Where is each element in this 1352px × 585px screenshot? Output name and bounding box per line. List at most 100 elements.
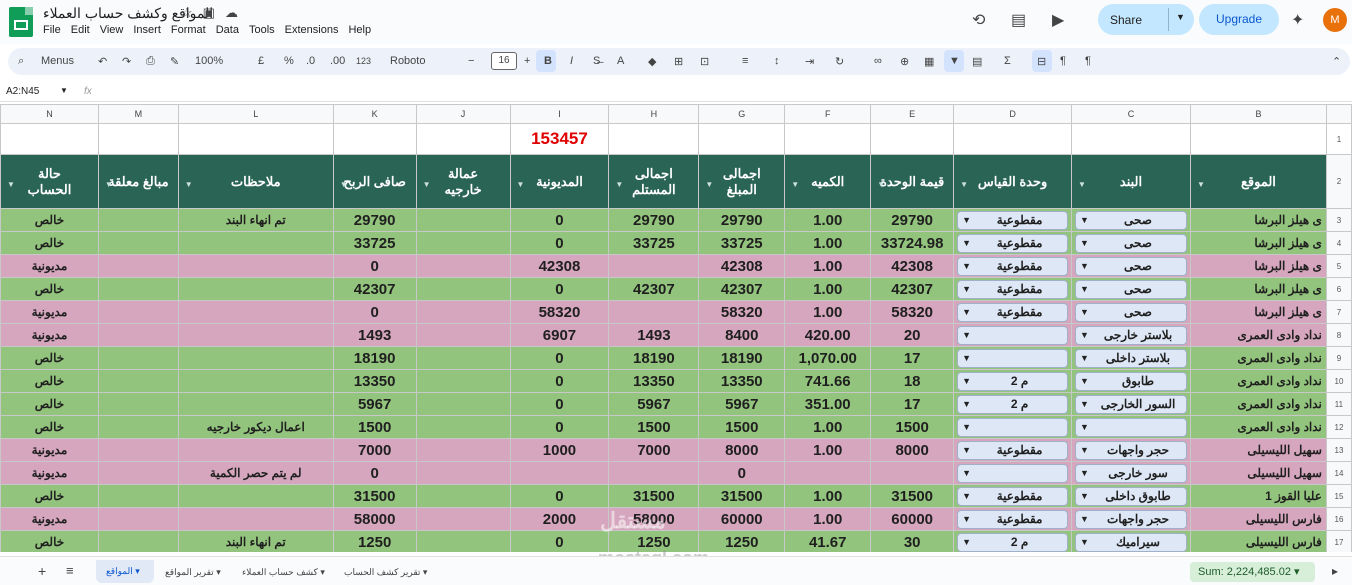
menus-search[interactable]: Menus [41,55,74,67]
cell-net[interactable]: 18190 [332,346,417,370]
row-header[interactable]: 16 [1325,507,1352,531]
header-k[interactable]: ▼ صافى الربح [332,154,417,209]
cell-totalamt[interactable]: 1250 [698,530,786,552]
column-header[interactable]: H [608,104,700,124]
header-b[interactable]: ▼ الموقع [1190,154,1327,209]
cell-site[interactable]: سهيل الليسيلى [1190,438,1327,462]
cell-status[interactable]: خالص [0,369,99,393]
filter-dropdown-icon[interactable]: ▼ [517,177,525,193]
cell-net[interactable]: 5967 [332,392,417,416]
cell-site[interactable]: ى هيلز البرشا [1190,231,1327,255]
cell-totalamt[interactable]: 0 [698,461,786,485]
menu-format[interactable]: Format [171,24,206,36]
cell-pending[interactable] [97,392,179,416]
cell-pending[interactable] [97,254,179,278]
paint-format-icon[interactable]: ✎ [170,55,179,68]
cell-pending[interactable] [97,507,179,531]
gemini-icon[interactable]: ✦ [1291,10,1304,30]
cell-unit[interactable]: 20 [870,323,955,347]
header-i[interactable]: ▼ المديونية [509,154,610,209]
cell-qty[interactable]: 1.00 [784,484,872,508]
chevron-down-icon[interactable]: ▼ [1080,465,1089,482]
cell-qty[interactable]: 1.00 [784,415,872,439]
menu-file[interactable]: File [43,24,61,36]
cell-rec[interactable]: 7000 [608,438,700,462]
cell-measure[interactable]: ▼ م 2 [953,392,1073,416]
cell-item[interactable]: ▼ حجر واجهات [1071,507,1191,531]
cell-site[interactable]: سهيل الليسيلى [1190,461,1327,485]
cell-qty[interactable]: 420.00 [784,323,872,347]
cell-item[interactable]: ▼ صحى [1071,231,1191,255]
cell-debt[interactable]: 6907 [509,323,610,347]
chevron-down-icon[interactable]: ▼ [962,281,971,298]
chevron-down-icon[interactable]: ▼ [962,511,971,528]
cell-rec[interactable]: 18190 [608,346,700,370]
chevron-down-icon[interactable]: ▼ [1080,304,1089,321]
cell-note[interactable]: تم انهاء البند [177,530,334,552]
dropdown-chip[interactable]: ▼ مقطوعية [957,256,1069,276]
row-header[interactable]: 4 [1325,231,1352,255]
cell-debt[interactable]: 0 [509,277,610,301]
cell-note[interactable] [177,254,334,278]
column-header[interactable]: D [953,104,1073,124]
freeze-icon[interactable]: ⊟ [1037,55,1046,68]
header-m[interactable]: ▼ مبالغ معلقة [97,154,179,209]
tab-customer-statement[interactable]: كشف حساب العملاء ▾ [242,567,325,578]
cell-unit[interactable]: 60000 [870,507,955,531]
undo-icon[interactable]: ↶ [98,55,107,68]
cell-note[interactable] [177,300,334,324]
cell-net[interactable]: 0 [332,461,417,485]
dropdown-chip[interactable]: ▼ صحى [1075,302,1187,322]
bold-icon[interactable]: B [544,55,552,67]
cell-qty[interactable]: 741.66 [784,369,872,393]
font-size-decrease-icon[interactable]: − [468,55,474,67]
chevron-down-icon[interactable]: ▼ [962,534,971,551]
cell-debt[interactable]: 0 [509,346,610,370]
chevron-down-icon[interactable]: ▼ [1080,350,1089,367]
cell-totalamt[interactable]: 1500 [698,415,786,439]
dropdown-chip[interactable]: ▼ مقطوعية [957,210,1069,230]
chevron-down-icon[interactable]: ▼ [962,465,971,482]
cell-measure[interactable]: ▼ [953,323,1073,347]
tab-sites-report[interactable]: تقرير المواقع ▾ [165,567,221,578]
percent-button[interactable]: % [284,55,294,67]
cell-note[interactable]: اعمال ديكور خارجيه [177,415,334,439]
cell-debt[interactable]: 42308 [509,254,610,278]
cell-unit[interactable]: 17 [870,392,955,416]
share-button[interactable]: Share ▼ [1098,4,1194,35]
cell-note[interactable]: لم يتم حصر الكمية [177,461,334,485]
dropdown-chip[interactable]: ▼ طابوق داخلى [1075,486,1187,506]
cell-unit[interactable]: 58320 [870,300,955,324]
chevron-down-icon[interactable]: ▼ [962,442,971,459]
cell-unit[interactable]: 8000 [870,438,955,462]
chevron-down-icon[interactable]: ▼ [962,396,971,413]
row-header[interactable]: 10 [1325,369,1352,393]
name-box[interactable]: A2:N45 [6,86,39,97]
cell-net[interactable]: 42307 [332,277,417,301]
cell-pending[interactable] [97,208,179,232]
cell-measure[interactable]: ▼ مقطوعية [953,231,1073,255]
dropdown-chip[interactable]: ▼ مقطوعية [957,302,1069,322]
cell-site[interactable]: ى هيلز البرشا [1190,208,1327,232]
filter-dropdown-icon[interactable]: ▼ [1197,177,1205,193]
cell-measure[interactable]: ▼ مقطوعية [953,277,1073,301]
chevron-down-icon[interactable]: ▼ [962,235,971,252]
chevron-down-icon[interactable]: ▼ [962,258,971,275]
cell-note[interactable] [177,392,334,416]
fill-color-icon[interactable]: ◆ [648,55,656,68]
filter-views-icon[interactable]: ▤ [972,55,982,68]
chevron-down-icon[interactable]: ▼ [1080,212,1089,229]
cell-rec[interactable]: 42307 [608,277,700,301]
cell-debt[interactable] [509,461,610,485]
cell-note[interactable] [177,507,334,531]
cell-debt[interactable]: 0 [509,484,610,508]
cell-unit[interactable] [870,461,955,485]
cell-labor[interactable] [415,254,511,278]
cell-rec[interactable]: 31500 [608,484,700,508]
move-folder-icon[interactable]: ▣ [203,5,225,20]
cell-status[interactable]: خالص [0,392,99,416]
cell-rec[interactable] [608,461,700,485]
cell-note[interactable] [177,438,334,462]
cell-item[interactable]: ▼ صحى [1071,254,1191,278]
column-header[interactable]: M [97,104,179,124]
